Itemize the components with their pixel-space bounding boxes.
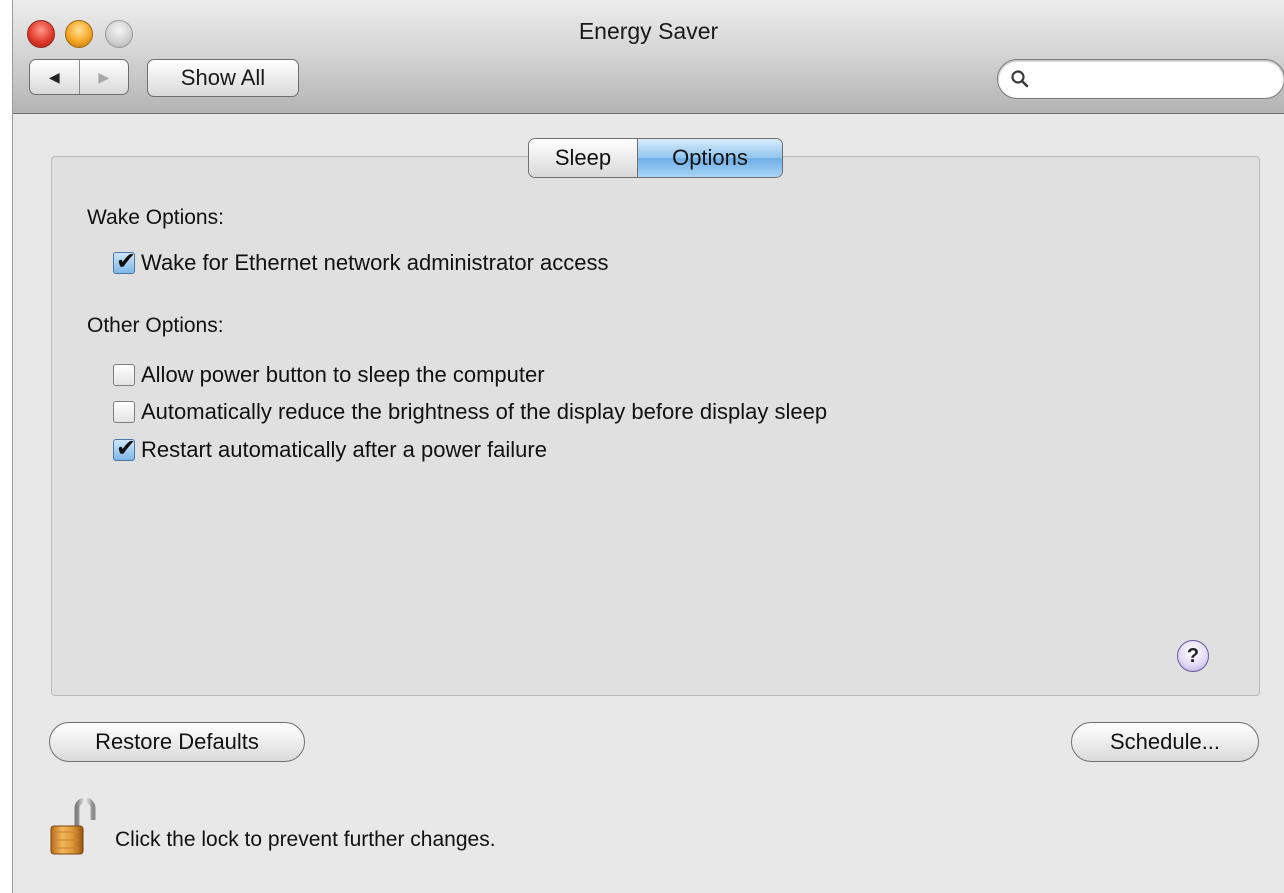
tab-options[interactable]: Options <box>638 139 782 177</box>
unlocked-padlock-icon[interactable] <box>49 798 105 858</box>
restart-after-power-failure-option[interactable]: Restart automatically after a power fail… <box>113 434 547 463</box>
show-all-button[interactable]: Show All <box>147 59 299 97</box>
reduce-brightness-checkbox[interactable] <box>113 401 135 423</box>
window-title: Energy Saver <box>578 18 719 44</box>
reduce-brightness-label: Automatically reduce the brightness of t… <box>141 399 828 424</box>
tab-sleep[interactable]: Sleep <box>529 139 638 177</box>
other-options-heading: Other Options: <box>87 314 224 337</box>
back-button[interactable]: ◀ <box>30 60 80 94</box>
forward-button[interactable]: ▶ <box>80 60 129 94</box>
power-button-sleep-checkbox[interactable] <box>113 364 135 386</box>
tab-control: Sleep Options <box>528 138 783 178</box>
search-field[interactable] <box>997 59 1284 99</box>
forward-arrow-icon: ▶ <box>98 68 110 85</box>
energy-saver-window: Energy Saver ◀ ▶ Show All Sleep Options … <box>12 0 1284 893</box>
back-arrow-icon: ◀ <box>48 68 60 85</box>
power-button-sleep-option[interactable]: Allow power button to sleep the computer <box>113 362 545 388</box>
wake-ethernet-checkbox[interactable] <box>113 247 136 275</box>
restart-after-power-failure-label: Restart automatically after a power fail… <box>141 437 547 462</box>
magnifier-icon <box>1011 70 1029 88</box>
wake-ethernet-option[interactable]: Wake for Ethernet network administrator … <box>113 247 609 276</box>
restore-defaults-button[interactable]: Restore Defaults <box>49 722 305 762</box>
back-forward-control: ◀ ▶ <box>29 59 129 95</box>
schedule-button[interactable]: Schedule... <box>1071 722 1259 762</box>
question-mark-icon: ? <box>1186 644 1200 667</box>
power-button-sleep-label: Allow power button to sleep the computer <box>141 362 545 387</box>
reduce-brightness-option[interactable]: Automatically reduce the brightness of t… <box>113 399 827 425</box>
wake-options-heading: Wake Options: <box>87 206 224 229</box>
help-button[interactable]: ? <box>1177 640 1209 672</box>
wake-ethernet-label: Wake for Ethernet network administrator … <box>141 250 609 275</box>
options-panel <box>51 156 1260 696</box>
title-toolbar: Energy Saver ◀ ▶ Show All <box>13 0 1284 114</box>
restart-after-power-failure-checkbox[interactable] <box>113 434 136 462</box>
lock-message: Click the lock to prevent further change… <box>115 828 496 851</box>
search-input[interactable] <box>1036 67 1260 91</box>
